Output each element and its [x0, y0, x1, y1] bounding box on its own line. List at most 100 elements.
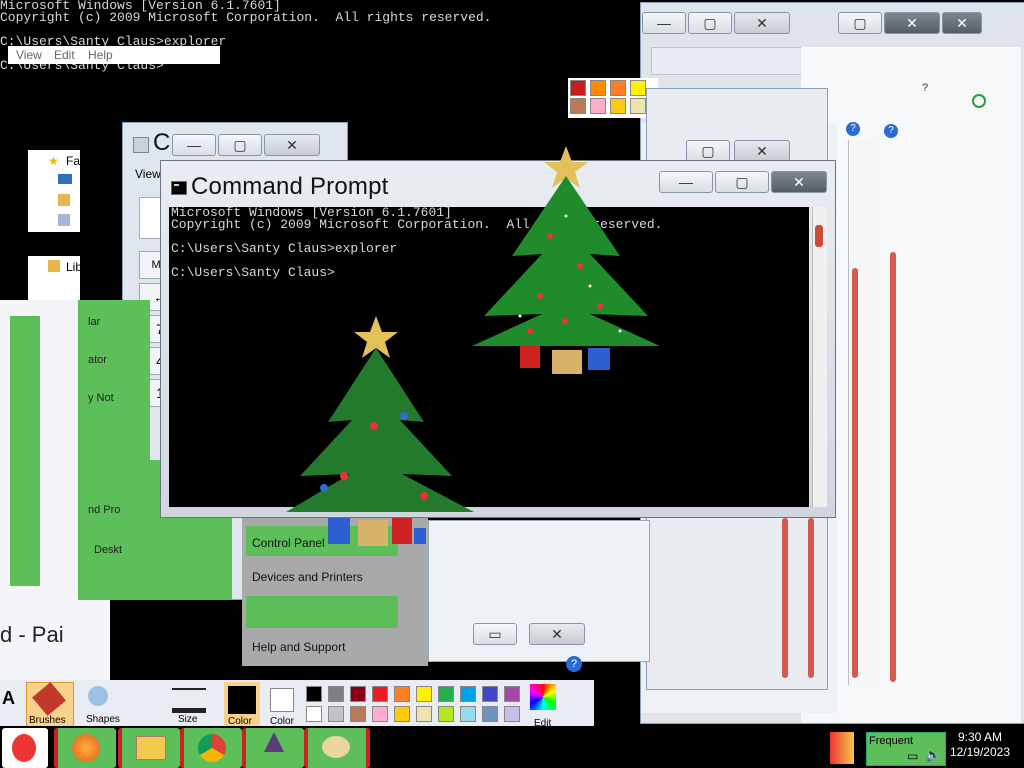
desktop-icon — [58, 174, 72, 184]
favorites-label[interactable]: Fa — [66, 154, 80, 168]
help-icon[interactable]: ? — [884, 124, 898, 138]
network-icon[interactable]: ▭ — [907, 749, 918, 763]
maximize-icon[interactable]: ▢ — [715, 171, 769, 193]
color-swatch[interactable] — [610, 98, 626, 114]
ghost-titlebuttons-a: — ▢ ✕ — [642, 12, 790, 34]
color-swatch[interactable] — [372, 686, 388, 702]
frequent-label: Frequent — [869, 735, 914, 747]
santa-icon[interactable] — [2, 728, 48, 768]
color-swatch[interactable] — [328, 706, 344, 722]
close-icon[interactable]: ✕ — [942, 12, 982, 34]
console-scrollbar[interactable] — [812, 207, 827, 507]
libraries-label[interactable]: Lib — [66, 260, 82, 274]
color-swatch[interactable] — [610, 80, 626, 96]
scrollbar-thumb[interactable] — [890, 252, 896, 682]
color-swatch[interactable] — [438, 686, 454, 702]
maximize-icon[interactable]: ▭ — [473, 623, 517, 645]
color-swatch[interactable] — [372, 706, 388, 722]
color-swatch[interactable] — [590, 80, 606, 96]
mini-palette — [568, 78, 658, 118]
volume-icon[interactable]: 🔈 — [925, 747, 941, 763]
color-swatch[interactable] — [482, 706, 498, 722]
list-item[interactable]: nd Pro — [88, 504, 120, 516]
color2-swatch[interactable] — [270, 688, 294, 712]
console-icon — [171, 181, 187, 195]
search-icon[interactable] — [972, 94, 986, 108]
chrome-logo — [198, 734, 226, 762]
color-swatch[interactable] — [504, 706, 520, 722]
size-icon[interactable] — [172, 688, 206, 713]
color-swatch[interactable] — [630, 98, 646, 114]
close-icon[interactable]: ✕ — [734, 140, 790, 162]
close-icon[interactable]: ✕ — [771, 171, 827, 193]
clock-date: 12/19/2023 — [949, 745, 1010, 759]
chrome-icon[interactable] — [180, 728, 242, 768]
color-swatch[interactable] — [328, 686, 344, 702]
brushes-button[interactable]: Brushes — [26, 682, 74, 728]
color-swatch[interactable] — [394, 686, 410, 702]
color-swatch[interactable] — [504, 686, 520, 702]
color-swatch[interactable] — [350, 686, 366, 702]
file-explorer-icon[interactable] — [118, 728, 180, 768]
help-icon[interactable]: ? — [846, 122, 860, 136]
scrollbar-thumb[interactable] — [808, 518, 814, 678]
paint-ribbon: A Brushes Shapes Size Color Color Edit — [0, 680, 594, 729]
color-swatch[interactable] — [416, 686, 432, 702]
christmas-tree-icon — [472, 146, 660, 374]
menu-edit[interactable]: Edit — [54, 48, 75, 62]
color-swatch[interactable] — [460, 706, 476, 722]
color-palette — [306, 686, 526, 724]
cmd-titlebuttons: — ▢ ✕ — [659, 171, 827, 193]
start-menu-devices-printers[interactable]: Devices and Printers — [242, 560, 428, 594]
color-swatch[interactable] — [306, 686, 322, 702]
list-item[interactable]: ator — [88, 354, 107, 366]
clock[interactable]: 9:30 AM 12/19/2023 — [950, 730, 1010, 760]
calculator-title: C — [153, 129, 171, 156]
color-swatch[interactable] — [630, 80, 646, 96]
color-swatch[interactable] — [350, 706, 366, 722]
color-swatch[interactable] — [460, 686, 476, 702]
list-item[interactable]: y Not — [88, 392, 114, 404]
ghost-titlebuttons-b: ▢ ✕ ✕ — [838, 12, 982, 34]
color-swatch[interactable] — [482, 686, 498, 702]
help-icon[interactable]: ? — [566, 656, 582, 672]
start-menu-help-support[interactable]: Help and Support — [242, 630, 428, 664]
color-swatch[interactable] — [570, 98, 586, 114]
help-q[interactable]: ? — [922, 82, 928, 94]
wizard-icon[interactable] — [242, 728, 304, 768]
list-item[interactable]: Deskt — [94, 544, 122, 556]
close-icon[interactable]: ✕ — [264, 134, 320, 156]
maximize-icon[interactable]: ▢ — [686, 140, 730, 162]
color-swatch[interactable] — [590, 98, 606, 114]
shapes-icon — [88, 686, 108, 706]
maximize-icon[interactable]: ▢ — [838, 12, 882, 34]
scrollbar-thumb[interactable] — [782, 518, 788, 678]
menu-help[interactable]: Help — [88, 48, 113, 62]
paint-icon[interactable] — [304, 728, 370, 768]
edit-colors-icon[interactable] — [530, 684, 556, 710]
color-swatch[interactable] — [438, 706, 454, 722]
close-icon[interactable]: ✕ — [734, 12, 790, 34]
text-tool[interactable]: A — [2, 688, 15, 709]
scrollbar-thumb[interactable] — [815, 225, 823, 247]
firefox-icon[interactable] — [54, 728, 116, 768]
maximize-icon[interactable]: ▢ — [688, 12, 732, 34]
color-swatch[interactable] — [416, 706, 432, 722]
minimize-icon[interactable]: — — [642, 12, 686, 34]
tray-frequent[interactable]: Frequent ▭ 🔈 — [866, 732, 946, 766]
shapes-label: Shapes — [86, 714, 120, 725]
color-swatch[interactable] — [394, 706, 410, 722]
close-icon[interactable]: ✕ — [884, 12, 940, 34]
menu-view[interactable]: View — [16, 48, 42, 62]
color-swatch[interactable] — [306, 706, 322, 722]
scrollbar-thumb[interactable] — [852, 268, 858, 678]
calc-menu-view[interactable]: View — [135, 167, 161, 181]
folder-icon — [136, 736, 166, 760]
maximize-icon[interactable]: ▢ — [218, 134, 262, 156]
list-item[interactable]: lar — [88, 316, 100, 328]
flag-icon[interactable] — [830, 732, 854, 764]
close-icon[interactable]: ✕ — [529, 623, 585, 645]
taskbar: Frequent ▭ 🔈 9:30 AM 12/19/2023 — [0, 726, 1024, 768]
color-swatch[interactable] — [570, 80, 586, 96]
minimize-icon[interactable]: — — [172, 134, 216, 156]
